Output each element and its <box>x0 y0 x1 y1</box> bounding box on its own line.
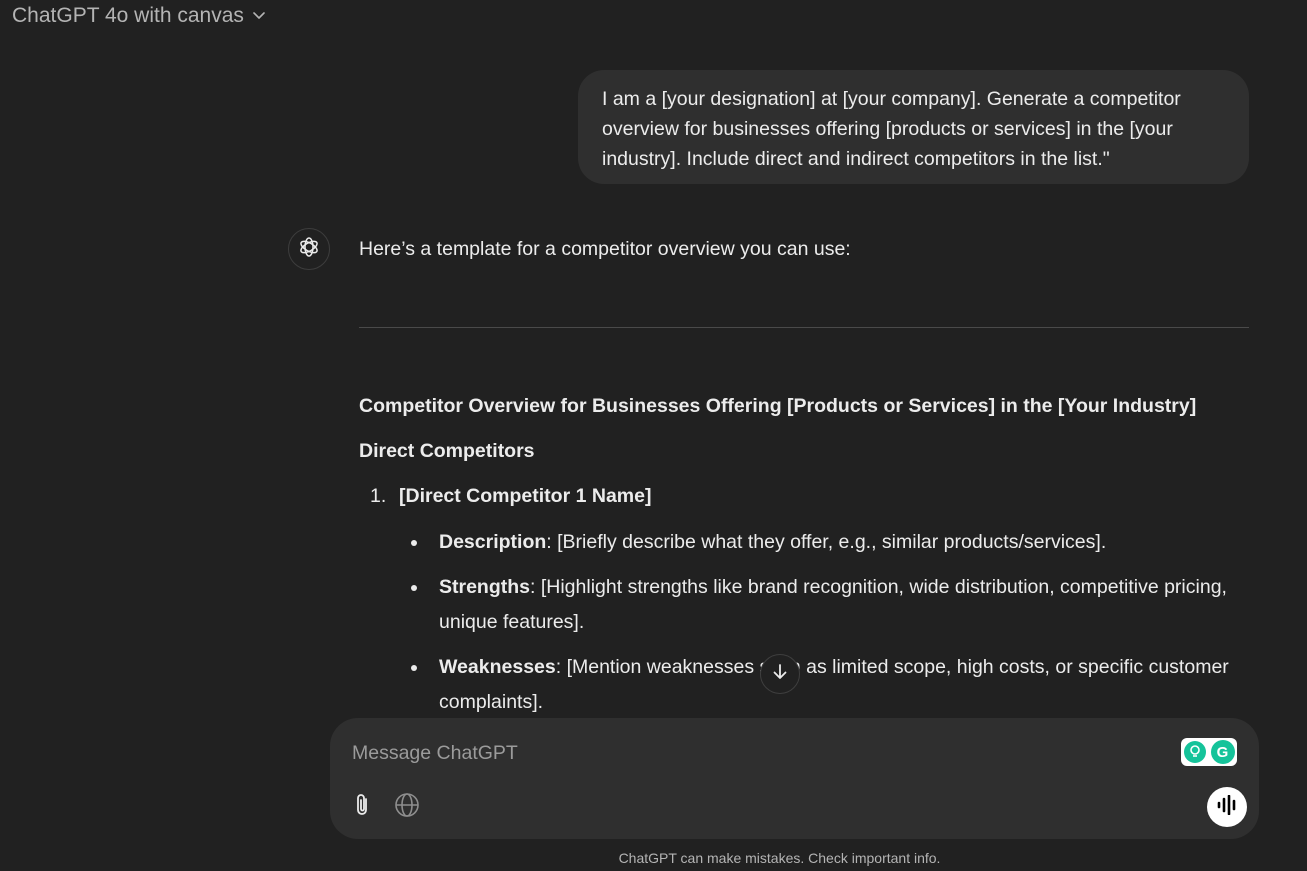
grammarly-badge[interactable]: G <box>1181 738 1237 766</box>
voice-mode-button[interactable] <box>1207 787 1247 827</box>
grammarly-g-icon: G <box>1210 740 1235 764</box>
assistant-intro-text: Here’s a template for a competitor overv… <box>359 238 851 260</box>
divider <box>359 327 1249 328</box>
bullet-text: : [Mention weaknesses such as limited sc… <box>439 656 1229 713</box>
competitor-name: [Direct Competitor 1 Name] <box>399 485 652 507</box>
arrow-down-icon <box>771 663 789 686</box>
attach-button[interactable] <box>348 792 376 822</box>
bullet-text: : [Highlight strengths like brand recogn… <box>439 576 1227 633</box>
disclaimer-text: ChatGPT can make mistakes. Check importa… <box>618 850 941 866</box>
chat-page: ChatGPT 4o with canvas I am a [your desi… <box>0 0 1307 871</box>
chevron-down-icon <box>252 4 266 28</box>
assistant-avatar <box>288 228 330 270</box>
message-composer: G <box>330 718 1259 839</box>
bullet-label: Weaknesses <box>439 656 556 678</box>
lightbulb-icon <box>1183 741 1206 763</box>
model-name: ChatGPT 4o with canvas <box>12 4 244 27</box>
bullet-text: : [Briefly describe what they offer, e.g… <box>546 531 1107 553</box>
bullet-item-strengths: Strengths: [Highlight strengths like bra… <box>411 570 1249 640</box>
document-title: Competitor Overview for Businesses Offer… <box>359 395 1197 417</box>
search-web-button[interactable] <box>393 792 421 823</box>
scroll-to-bottom-button[interactable] <box>760 654 800 694</box>
user-message-bubble: I am a [your designation] at [your compa… <box>578 70 1249 184</box>
bullet-label: Description <box>439 531 547 553</box>
openai-logo-icon <box>297 235 321 264</box>
list-number: 1. <box>370 485 387 507</box>
ordered-list-item: 1. [Direct Competitor 1 Name] <box>370 485 651 508</box>
message-input[interactable] <box>352 738 1152 768</box>
bullet-label: Strengths <box>439 576 531 598</box>
voice-waveform-icon <box>1216 794 1238 820</box>
section-heading: Direct Competitors <box>359 440 535 462</box>
user-message-text: I am a [your designation] at [your compa… <box>602 88 1181 170</box>
bullet-item-weaknesses: Weaknesses: [Mention weaknesses such as … <box>411 650 1249 720</box>
bullet-item-description: Description: [Briefly describe what they… <box>411 525 1249 560</box>
model-selector[interactable]: ChatGPT 4o with canvas <box>12 4 266 28</box>
globe-icon <box>394 792 420 823</box>
paperclip-icon <box>352 792 372 823</box>
